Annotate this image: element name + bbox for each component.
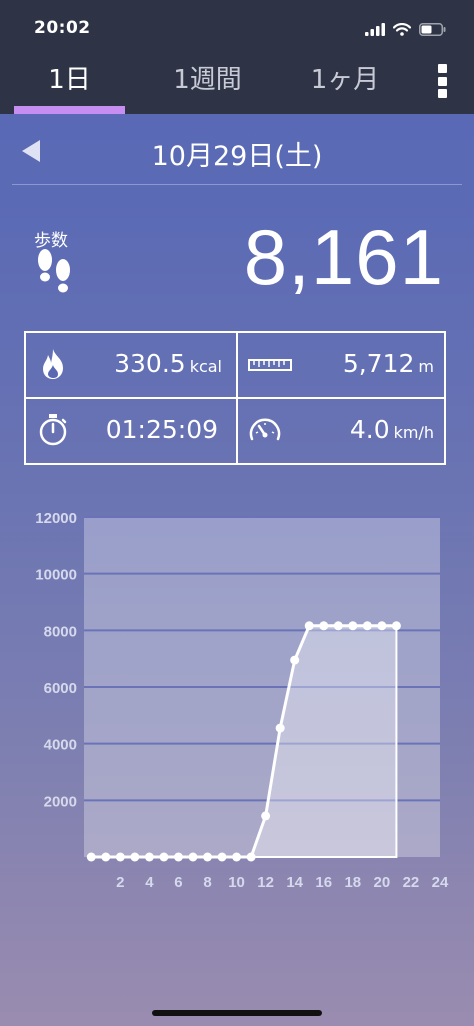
y-tick-label: 4000	[44, 737, 77, 754]
calories-value: 330.5	[114, 349, 186, 378]
signal-icon	[365, 22, 385, 36]
data-point	[115, 852, 125, 862]
more-menu-button[interactable]	[432, 64, 452, 98]
y-tick-label: 10000	[35, 567, 77, 584]
more-vertical-icon	[437, 64, 447, 73]
data-point	[159, 852, 169, 862]
data-point	[188, 852, 198, 862]
calories-unit: kcal	[189, 357, 222, 376]
data-point	[362, 621, 372, 631]
speed-cell: 4.0 km/h	[238, 399, 446, 463]
data-point	[130, 852, 140, 862]
distance-cell: 5,712 m	[238, 333, 446, 397]
x-tick-label: 14	[286, 874, 303, 891]
tab-week[interactable]: 1週間	[150, 60, 265, 114]
flame-icon	[43, 349, 63, 379]
stats-grid: 330.5 kcal 5,712 m 01:25:09 4.0 km/h	[24, 331, 446, 465]
battery-icon	[419, 22, 446, 36]
data-point	[101, 852, 111, 862]
data-point	[290, 655, 300, 665]
home-indicator	[152, 1010, 322, 1016]
distance-unit: m	[418, 357, 434, 376]
footprints-icon	[38, 249, 70, 293]
data-point	[377, 621, 387, 631]
data-point	[391, 621, 401, 631]
data-point	[275, 723, 285, 733]
x-tick-label: 16	[315, 874, 332, 891]
status-icons	[365, 20, 446, 38]
data-point	[173, 852, 183, 862]
x-tick-label: 10	[228, 874, 245, 891]
data-point	[333, 621, 343, 631]
data-point	[319, 621, 329, 631]
y-tick-label: 6000	[44, 680, 77, 697]
calories-cell: 330.5 kcal	[26, 333, 234, 397]
hourly-steps-chart: 120001000080006000400020002 4 6 8 10 12 14 16 18…	[35, 510, 449, 891]
x-tick-label: 6	[174, 874, 182, 891]
status-time: 20:02	[34, 18, 91, 38]
data-point	[304, 621, 314, 631]
x-tick-label: 22	[403, 874, 420, 891]
y-tick-label: 2000	[44, 793, 77, 810]
x-tick-label: 24	[432, 874, 449, 891]
data-point	[86, 852, 96, 862]
duration-value: 01:25:09	[105, 415, 218, 444]
data-point	[246, 852, 256, 862]
x-tick-label: 2	[116, 874, 124, 891]
tab-bar: 1日 1週間 1ヶ月	[0, 60, 474, 114]
data-point	[232, 852, 242, 862]
x-tick-label: 20	[374, 874, 391, 891]
steps-value: 8,161	[243, 213, 444, 301]
tab-month[interactable]: 1ヶ月	[290, 60, 400, 114]
speedometer-icon	[249, 418, 281, 441]
divider	[12, 184, 462, 185]
y-tick-label: 12000	[35, 510, 77, 527]
x-tick-label: 4	[145, 874, 154, 891]
y-tick-label: 8000	[44, 623, 77, 640]
data-point	[261, 811, 271, 821]
speed-unit: km/h	[393, 423, 434, 442]
x-tick-label: 8	[203, 874, 211, 891]
x-tick-label: 18	[344, 874, 361, 891]
speed-value: 4.0	[349, 415, 390, 444]
date-navigator: 10月29日(土)	[0, 118, 474, 184]
distance-value: 5,712	[342, 349, 415, 378]
data-point	[203, 852, 213, 862]
stopwatch-icon	[39, 414, 67, 446]
x-tick-label: 12	[257, 874, 274, 891]
wifi-icon	[393, 22, 411, 36]
data-point	[144, 852, 154, 862]
active-tab-indicator	[14, 106, 125, 114]
status-bar: 20:02	[0, 0, 474, 60]
data-point	[217, 852, 227, 862]
data-point	[348, 621, 358, 631]
current-date: 10月29日(土)	[151, 141, 323, 172]
duration-cell: 01:25:09	[26, 399, 234, 463]
ruler-icon	[248, 359, 292, 371]
